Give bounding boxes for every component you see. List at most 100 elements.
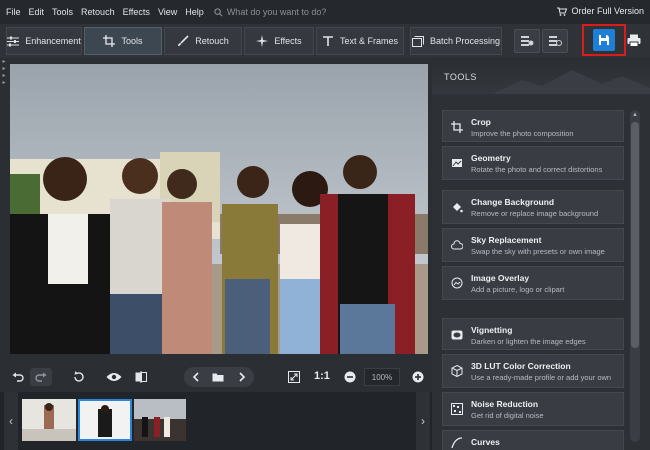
history-icon — [549, 36, 562, 46]
chevron-right-icon: ▸ — [2, 59, 6, 65]
order-label: Order Full Version — [571, 6, 644, 16]
tool-image-overlay[interactable]: Image Overlay Add a picture, logo or cli… — [442, 266, 624, 300]
chevron-right-icon: ▸ — [2, 73, 6, 79]
fit-to-screen-button[interactable] — [286, 368, 302, 386]
order-full-version-link[interactable]: Order Full Version — [557, 6, 644, 16]
curves-icon — [451, 437, 463, 449]
tool-description: Add a picture, logo or clipart — [471, 285, 565, 294]
undo-icon — [12, 372, 24, 382]
printer-icon — [627, 34, 641, 47]
menu-tools[interactable]: Tools — [52, 7, 73, 17]
minus-circle-icon — [344, 371, 356, 383]
open-folder-button[interactable] — [210, 368, 226, 386]
tool-title: Geometry — [471, 153, 511, 163]
menu-effects[interactable]: Effects — [123, 7, 150, 17]
tool-title: 3D LUT Color Correction — [471, 361, 571, 371]
undo-button[interactable] — [10, 368, 26, 386]
search-icon — [214, 7, 223, 16]
tab-tools[interactable]: Tools — [84, 27, 162, 55]
filmstrip-thumbnail-selected[interactable] — [78, 399, 132, 441]
search-input[interactable]: What do you want to do? — [214, 7, 326, 17]
tool-curves[interactable]: Curves — [442, 430, 624, 450]
menu-edit[interactable]: Edit — [29, 7, 45, 17]
zoom-out-button[interactable] — [342, 368, 358, 386]
tool-description: Use a ready-made profile or add your own — [471, 373, 612, 382]
tool-description: Rotate the photo and correct distortions — [471, 165, 603, 174]
tool-change-background[interactable]: Change Background Remove or replace imag… — [442, 190, 624, 224]
left-panel-toggle[interactable]: ▸ ▸ ▸ ▸ — [0, 58, 8, 98]
tab-enhancement[interactable]: Enhancement — [6, 27, 82, 55]
tab-label: Retouch — [195, 36, 229, 46]
zoom-in-button[interactable] — [410, 368, 426, 386]
fit-screen-icon — [288, 371, 300, 383]
tab-label: Text & Frames — [339, 36, 398, 46]
menu-retouch[interactable]: Retouch — [81, 7, 115, 17]
filmstrip-prev-button[interactable]: ‹ — [4, 392, 18, 450]
panel-title: TOOLS — [444, 72, 477, 82]
tab-text-frames[interactable]: Text & Frames — [316, 27, 404, 55]
tool-title: Crop — [471, 117, 491, 127]
tool-noise-reduction[interactable]: Noise Reduction Get rid of digital noise — [442, 392, 624, 426]
tool-vignetting[interactable]: Vignetting Darken or lighten the image e… — [442, 318, 624, 350]
actual-size-button[interactable]: 1:1 — [314, 370, 330, 382]
zoom-level-field[interactable]: 100% — [364, 368, 400, 386]
previous-photo-button[interactable] — [188, 368, 204, 386]
chevron-left-icon — [192, 372, 199, 382]
scroll-up-icon[interactable]: ▲ — [630, 110, 640, 120]
text-icon — [322, 35, 333, 46]
preview-button[interactable] — [104, 368, 124, 386]
mountain-decoration — [492, 70, 650, 94]
tool-description: Darken or lighten the image edges — [471, 337, 586, 346]
save-button[interactable] — [593, 29, 615, 51]
sliders-icon — [7, 36, 20, 46]
redo-button[interactable] — [30, 368, 52, 386]
geometry-icon — [452, 159, 462, 167]
tool-3d-lut[interactable]: 3D LUT Color Correction Use a ready-made… — [442, 354, 624, 388]
tool-crop[interactable]: Crop Improve the photo composition — [442, 110, 624, 142]
menu-view[interactable]: View — [158, 7, 177, 17]
eye-icon — [106, 373, 122, 381]
panel-header: TOOLS — [432, 58, 650, 94]
tool-title: Change Background — [471, 197, 555, 207]
tool-geometry[interactable]: Geometry Rotate the photo and correct di… — [442, 146, 624, 180]
scrollbar-thumb[interactable] — [631, 122, 639, 348]
tool-description: Improve the photo composition — [471, 129, 574, 138]
menu-file[interactable]: File — [6, 7, 21, 17]
history-button[interactable] — [542, 29, 568, 53]
chevron-right-icon — [239, 372, 246, 382]
tab-effects[interactable]: Effects — [244, 27, 314, 55]
rotate-icon — [74, 371, 84, 382]
split-view-icon — [135, 371, 147, 383]
tools-panel: TOOLS Crop Improve the photo composition… — [432, 58, 650, 450]
floppy-disk-icon — [599, 35, 609, 45]
print-button[interactable] — [624, 30, 644, 50]
tool-description: Remove or replace image background — [471, 209, 599, 218]
rotate-button[interactable] — [70, 368, 88, 386]
brush-icon — [178, 35, 189, 46]
compare-split-button[interactable] — [132, 368, 150, 386]
filmstrip-next-button[interactable]: › — [416, 392, 430, 450]
crop-icon — [451, 121, 463, 133]
crop-icon — [103, 35, 116, 47]
tool-sky-replacement[interactable]: Sky Replacement Swap the sky with preset… — [442, 228, 624, 262]
canvas-controls: 1:1 100% — [0, 362, 432, 392]
tool-title: Curves — [471, 437, 500, 447]
main-photo[interactable] — [10, 64, 428, 354]
compare-before-button[interactable] — [514, 29, 540, 53]
save-button-highlight — [582, 24, 626, 56]
tab-batch-processing[interactable]: Batch Processing — [410, 27, 502, 55]
tab-label: Tools — [121, 36, 143, 46]
filmstrip-thumbnail[interactable] — [22, 399, 76, 441]
filmstrip-thumbnail[interactable] — [134, 399, 186, 441]
tab-retouch[interactable]: Retouch — [164, 27, 242, 55]
tools-scrollbar[interactable]: ▲ — [630, 110, 640, 442]
cloud-icon — [451, 240, 463, 250]
redo-icon — [35, 372, 47, 382]
sparkle-icon — [256, 35, 269, 47]
overlay-icon — [451, 277, 463, 289]
tool-description: Get rid of digital noise — [471, 411, 544, 420]
noise-icon — [451, 403, 463, 415]
chevron-right-icon: ▸ — [2, 66, 6, 72]
next-photo-button[interactable] — [234, 368, 250, 386]
menu-help[interactable]: Help — [185, 7, 204, 17]
